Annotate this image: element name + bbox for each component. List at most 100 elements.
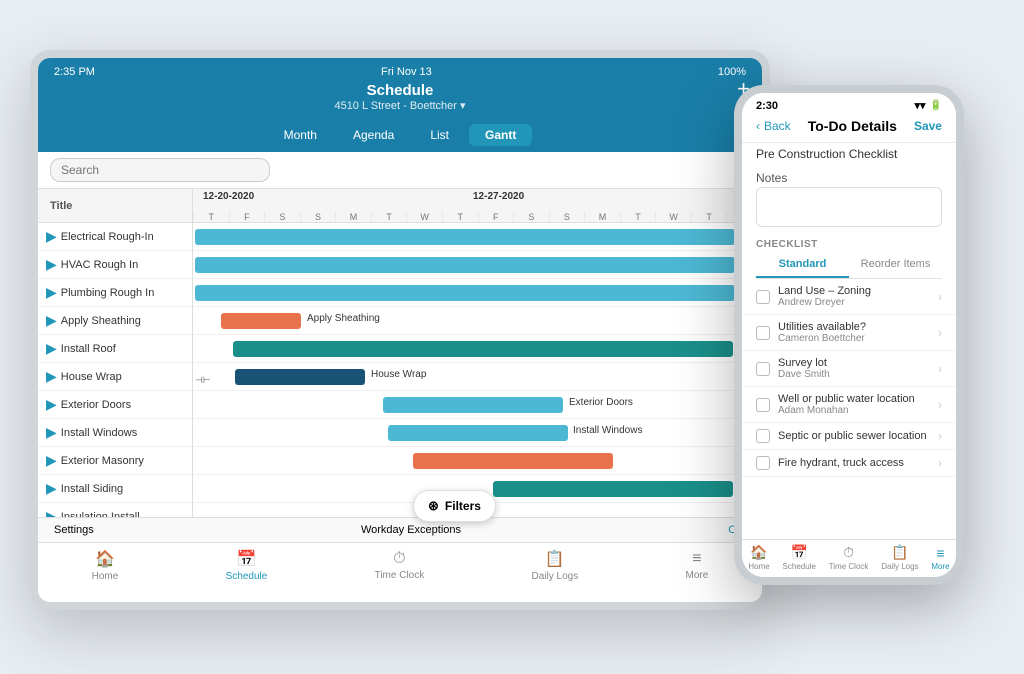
phone-nav-timeclock[interactable]: ⏱ Time Clock [829,544,869,571]
filter-icon: ⊛ [428,498,439,514]
gantt-bar [235,369,365,385]
gantt-chart: 12-20-2020 12-27-2020 T F S S M T W T F … [193,189,762,517]
gantt-rows: Apply Sheathing ⊣⊢ House Wrap [193,223,762,517]
notes-input-area[interactable] [756,187,942,227]
gantt-day: W [406,212,442,222]
tablet-header: 2:35 PM Fri Nov 13 100% Schedule 4510 L … [38,58,762,152]
checklist-items: Land Use – Zoning Andrew Dreyer › Utilit… [742,279,956,477]
checklist-item-title: Septic or public sewer location [778,430,930,442]
checklist-checkbox[interactable] [756,398,770,412]
checklist-item[interactable]: Land Use – Zoning Andrew Dreyer › [742,279,956,315]
checklist-item[interactable]: Utilities available? Cameron Boettcher › [742,315,956,351]
checklist-checkbox[interactable] [756,290,770,304]
gantt-row-label[interactable]: ▶ Install Roof [38,335,192,363]
more-icon: ≡ [692,550,701,568]
gantt-row-label[interactable]: ▶ Install Windows [38,419,192,447]
gantt-row-label[interactable]: ▶ Electrical Rough-In [38,223,192,251]
gantt-title-header: Title [38,189,192,223]
tab-month[interactable]: Month [268,124,333,146]
tablet-title-area: Schedule 4510 L Street - Boettcher ▾ [54,82,746,118]
gantt-bar-label: Exterior Doors [569,397,633,408]
gantt-row-label[interactable]: ▶ Plumbing Rough In [38,279,192,307]
checklist-item-content: Survey lot Dave Smith [778,357,930,380]
workday-exceptions-label[interactable]: Workday Exceptions [361,524,461,536]
gantt-bar [493,481,733,497]
checklist-item-title: Survey lot [778,357,930,369]
gantt-row-label[interactable]: ▶ Insulation Install [38,503,192,517]
row-label-text: Electrical Rough-In [61,231,154,243]
settings-label[interactable]: Settings [54,524,94,536]
checklist-checkbox[interactable] [756,326,770,340]
gantt-dates-header: 12-20-2020 12-27-2020 T F S S M T W T F … [193,189,762,223]
tablet-title: Schedule [54,82,746,99]
schedule-label: Schedule [226,571,268,582]
chevron-right-icon: › [938,290,942,304]
phone-nav-home[interactable]: 🏠 Home [748,544,769,571]
wifi-icon: ▾▾ [915,99,926,112]
chevron-right-icon: › [938,398,942,412]
checklist-item[interactable]: Survey lot Dave Smith › [742,351,956,387]
tablet-nav-more[interactable]: ≡ More [686,550,709,581]
phone-nav-more[interactable]: ≡ More [931,545,949,571]
gantt-bar-label: Install Windows [573,425,642,436]
gantt-day-headers: T F S S M T W T F S S M T W T [193,212,762,222]
checklist-checkbox[interactable] [756,429,770,443]
gantt-bar-label: Apply Sheathing [307,313,380,324]
checklist-item[interactable]: Fire hydrant, truck access › [742,450,956,477]
checklist-item-title: Fire hydrant, truck access [778,457,930,469]
gantt-row-label[interactable]: ▶ Exterior Masonry [38,447,192,475]
tab-agenda[interactable]: Agenda [337,124,410,146]
checklist-item-person: Andrew Dreyer [778,297,930,308]
gantt-row-label[interactable]: ▶ Apply Sheathing [38,307,192,335]
tab-gantt[interactable]: Gantt [469,124,532,146]
row-label-text: Install Windows [61,427,137,439]
checklist-checkbox[interactable] [756,362,770,376]
tablet-nav-home[interactable]: 🏠 Home [92,549,119,582]
checklist-checkbox[interactable] [756,456,770,470]
gantt-row: ⊣⊢ House Wrap [193,363,762,391]
tab-list[interactable]: List [414,124,465,146]
filter-label: Filters [445,499,481,513]
gantt-row-label[interactable]: ▶ Exterior Doors [38,391,192,419]
gantt-row-label[interactable]: ▶ HVAC Rough In [38,251,192,279]
gantt-row-label[interactable]: ▶ House Wrap [38,363,192,391]
tablet-status-bar: 2:35 PM Fri Nov 13 100% [54,66,746,82]
timeclock-icon: ⏱ [393,550,405,568]
phone-nav-schedule[interactable]: 📅 Schedule [783,544,816,571]
tablet-nav-dailylogs[interactable]: 📋 Daily Logs [532,549,579,582]
gantt-footer: Settings Workday Exceptions O... [38,517,762,542]
tab-reorder[interactable]: Reorder Items [849,252,942,278]
search-input[interactable] [50,158,270,182]
back-button[interactable]: ‹ Back [756,119,791,133]
save-button[interactable]: Save [914,119,942,133]
gantt-row: Exterior Doors [193,391,762,419]
gantt-row-label[interactable]: ▶ Install Siding [38,475,192,503]
gantt-date-2: 12-27-2020 [473,191,524,202]
back-label: Back [764,119,791,133]
tablet-nav-timeclock[interactable]: ⏱ Time Clock [375,550,425,581]
phone-time: 2:30 [756,100,778,112]
tablet-nav-schedule[interactable]: 📅 Schedule [226,549,268,582]
row-arrow-icon: ▶ [46,396,57,413]
checklist-item[interactable]: Septic or public sewer location › [742,423,956,450]
phone-status-bar: 2:30 ▾▾ 🔋 [742,93,956,114]
notes-label: Notes [742,165,956,187]
gantt-area: Title ▶ Electrical Rough-In ▶ HVAC Rough… [38,189,762,517]
filters-button[interactable]: ⊛ Filters [413,490,496,522]
gantt-day: S [549,212,585,222]
row-arrow-icon: ▶ [46,452,57,469]
gantt-day: T [691,212,727,222]
row-label-text: HVAC Rough In [61,259,138,271]
row-arrow-icon: ▶ [46,508,57,517]
phone-nav-dailylogs[interactable]: 📋 Daily Logs [881,544,918,571]
pre-construction-label: Pre Construction Checklist [742,143,956,165]
row-label-text: Install Roof [61,343,116,355]
gantt-row [193,279,762,307]
chevron-right-icon: › [938,429,942,443]
battery-icon: 🔋 [930,100,942,111]
tab-standard[interactable]: Standard [756,252,849,278]
checklist-item[interactable]: Well or public water location Adam Monah… [742,387,956,423]
row-arrow-icon: ▶ [46,312,57,329]
gantt-day: T [620,212,656,222]
tablet: 2:35 PM Fri Nov 13 100% Schedule 4510 L … [30,50,770,610]
